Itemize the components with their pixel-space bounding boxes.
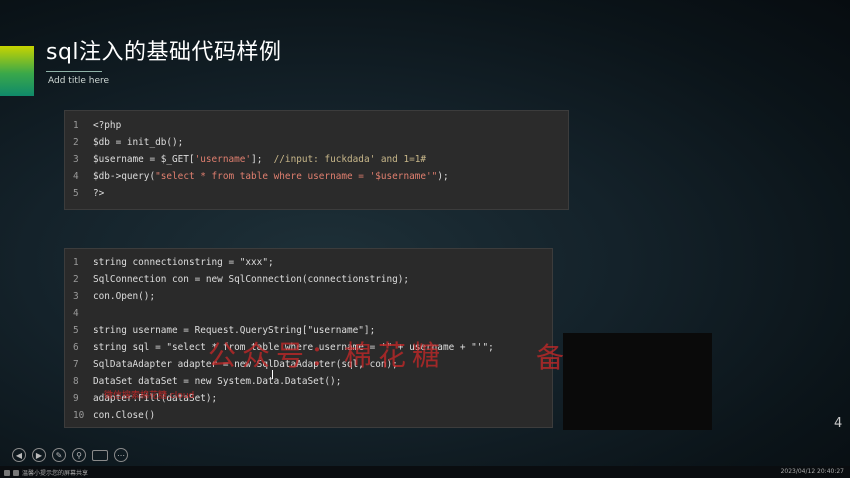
- line-number: 1: [73, 257, 79, 268]
- line-number: 6: [73, 342, 79, 353]
- watermark-text: 公众号：棉花糖: [208, 339, 447, 372]
- taskbar: 温馨小提示您的屏幕共享 2023/04/12 20:40:27: [0, 466, 850, 478]
- line-number: 2: [73, 274, 79, 285]
- code-token: $username = $_GET[: [93, 154, 195, 165]
- slide-title: sql注入的基础代码样例: [46, 40, 282, 65]
- code-text: ?>: [93, 188, 105, 199]
- code-text: $username = $_GET['username']; //input: …: [93, 151, 426, 168]
- line-number: 2: [73, 137, 79, 148]
- page-number: 4: [834, 416, 843, 431]
- app-icon[interactable]: [4, 469, 10, 476]
- pen-icon[interactable]: ✎: [52, 448, 66, 462]
- code-token: "select * from table where username = '$…: [155, 171, 438, 182]
- code-text: SqlConnection con = new SqlConnection(co…: [93, 274, 410, 285]
- line-number: 8: [73, 376, 79, 387]
- line-number: 5: [73, 188, 79, 199]
- watermark-text-right: 备: [536, 341, 565, 374]
- code-text: string connectionstring = "xxx";: [93, 257, 274, 268]
- slide-subtitle: Add title here: [48, 76, 110, 86]
- taskbar-status-text: 温馨小提示您的屏幕共享: [22, 470, 89, 477]
- small-watermark: 微信搜索棉花糖.cloud: [104, 391, 195, 401]
- line-number: 4: [73, 171, 79, 182]
- php-code-block: 1 <?php 2 $db = init_db(); 3 $username = $_GE…: [64, 110, 569, 210]
- code-text: <?php: [93, 120, 122, 131]
- player-controls: ◀ ▶ ✎ ⚲ ⋯: [12, 448, 128, 462]
- redacted-box: [563, 333, 712, 430]
- code-text: $db->query("select * from table where us…: [93, 168, 449, 185]
- more-icon[interactable]: ⋯: [114, 448, 128, 462]
- taskbar-clock: 2023/04/12 20:40:27: [780, 468, 844, 475]
- line-number: 1: [73, 120, 79, 131]
- line-number: 5: [73, 325, 79, 336]
- line-number: 9: [73, 393, 79, 404]
- code-token: //input: fuckdada' and 1=1#: [273, 154, 427, 165]
- line-number: 10: [73, 410, 85, 421]
- screen-icon[interactable]: [92, 450, 108, 461]
- code-text: con.Close(): [93, 410, 156, 421]
- slide-accent-bar: [0, 46, 34, 96]
- line-number: 3: [73, 154, 79, 165]
- code-token: ];: [251, 154, 274, 165]
- mic-icon[interactable]: [13, 469, 19, 476]
- line-number: 7: [73, 359, 79, 370]
- line-number: 3: [73, 291, 79, 302]
- code-token: $db->query(: [93, 171, 156, 182]
- code-token: );: [437, 171, 449, 182]
- code-text: con.Open();: [93, 291, 156, 302]
- search-icon[interactable]: ⚲: [72, 448, 86, 462]
- next-icon[interactable]: ▶: [32, 448, 46, 462]
- code-token: 'username': [194, 154, 252, 165]
- mouse-cursor: [272, 370, 279, 379]
- line-number: 4: [73, 308, 79, 319]
- prev-icon[interactable]: ◀: [12, 448, 26, 462]
- code-text: $db = init_db();: [93, 137, 184, 148]
- title-underline: [46, 71, 102, 72]
